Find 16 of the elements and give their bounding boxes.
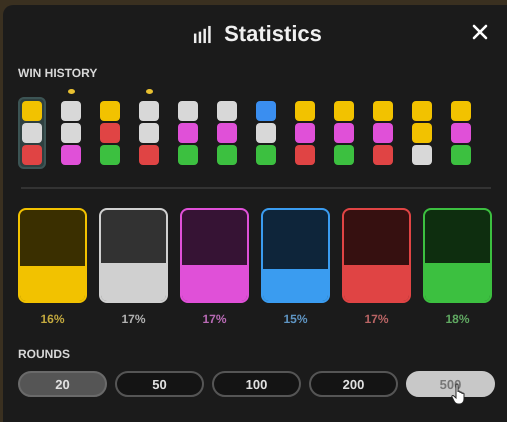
percentage-label: 15% xyxy=(283,312,308,326)
rounds-option[interactable]: 200 xyxy=(309,371,398,397)
bar-chart-icon xyxy=(193,24,212,44)
percentage-label: 17% xyxy=(202,312,227,326)
rounds-option[interactable]: 50 xyxy=(115,371,204,397)
percentage-label: 17% xyxy=(121,312,146,326)
percentage-label: 17% xyxy=(364,312,389,326)
history-column[interactable] xyxy=(18,97,46,169)
percentage-label: 18% xyxy=(445,312,470,326)
rounds-option[interactable]: 20 xyxy=(18,371,107,397)
panel-title: Statistics xyxy=(224,21,322,47)
section-label: ROUNDS xyxy=(18,347,72,361)
section-label: WIN HISTORY xyxy=(18,66,98,80)
rounds-option[interactable]: 100 xyxy=(212,371,301,397)
percentage-label: 16% xyxy=(40,312,65,326)
close-button[interactable] xyxy=(470,22,490,42)
